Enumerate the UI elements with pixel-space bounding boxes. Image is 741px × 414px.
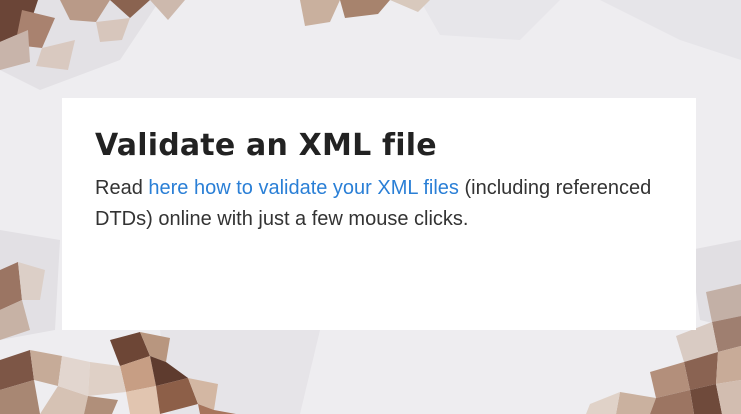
- card-text-intro: Read: [95, 177, 149, 199]
- card-title: Validate an XML file: [95, 128, 437, 163]
- card-description: Read here how to validate your XML files…: [95, 173, 655, 235]
- validate-xml-howto-link[interactable]: here how to validate your XML files: [148, 177, 459, 199]
- info-card: Validate an XML file Read here how to va…: [62, 98, 696, 330]
